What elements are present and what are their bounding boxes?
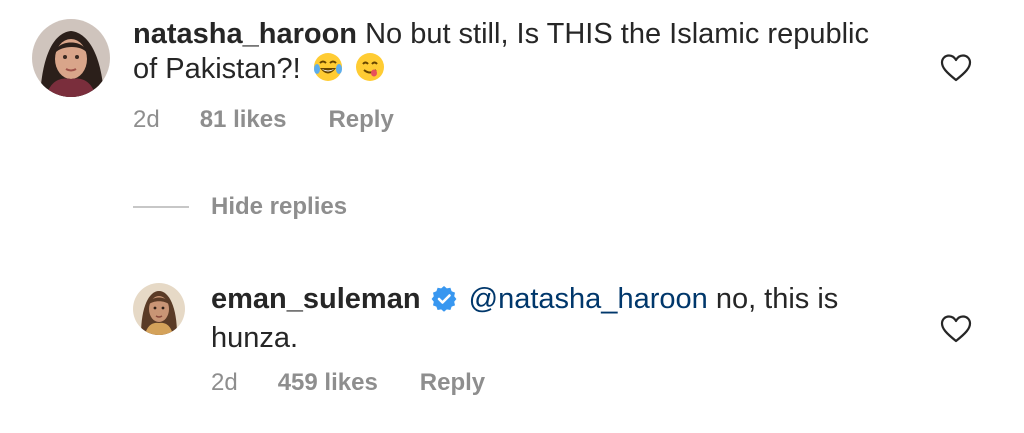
comment-likes[interactable]: 81 likes	[200, 106, 287, 134]
hide-replies-label[interactable]: Hide replies	[211, 193, 347, 221]
reply-meta: 2d 459 likes Reply	[211, 369, 485, 397]
verified-badge-icon	[431, 286, 457, 321]
avatar-natasha-haroon[interactable]	[32, 19, 110, 97]
avatar-photo	[32, 19, 110, 97]
divider-line	[133, 206, 189, 208]
reply-likes[interactable]: 459 likes	[278, 369, 378, 397]
comment-time: 2d	[133, 106, 160, 133]
comment-meta: 2d 81 likes Reply	[133, 106, 394, 134]
avatar-photo	[133, 283, 185, 335]
hide-replies-toggle[interactable]: Hide replies	[133, 193, 347, 221]
comment-username[interactable]: natasha_haroon	[133, 18, 357, 50]
reply-button[interactable]: Reply	[420, 369, 485, 397]
mention-link[interactable]: @natasha_haroon	[469, 283, 708, 315]
reply-text: eman_suleman @natasha_haroon no, this is…	[211, 282, 911, 356]
comment-text: natasha_haroon No but still, Is THIS the…	[133, 17, 893, 91]
heart-icon[interactable]	[940, 53, 972, 83]
avatar-eman-suleman[interactable]	[133, 283, 185, 335]
reply-username[interactable]: eman_suleman	[211, 283, 421, 315]
tears-of-joy-emoji-icon	[313, 52, 343, 91]
heart-icon[interactable]	[940, 314, 972, 344]
savoring-food-emoji-icon	[355, 52, 385, 91]
reply-button[interactable]: Reply	[328, 106, 393, 134]
reply-time: 2d	[211, 369, 238, 396]
